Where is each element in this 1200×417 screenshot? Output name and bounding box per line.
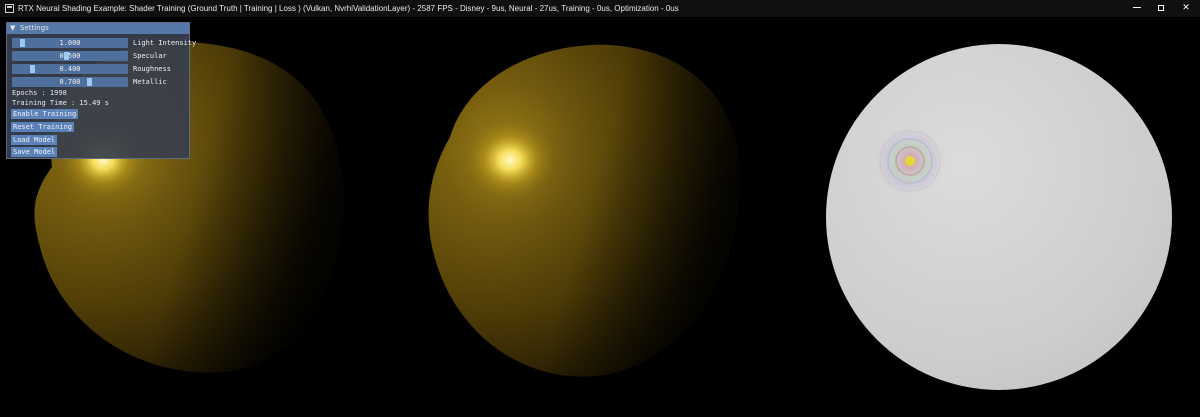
close-icon: ✕ xyxy=(1182,3,1190,13)
light-intensity-slider[interactable]: 1.000 xyxy=(12,38,128,48)
specular-slider-row: 0.500 Specular xyxy=(12,51,188,61)
slider-label: Metallic xyxy=(133,78,167,86)
collapse-arrow-icon[interactable]: ▼ xyxy=(10,23,15,34)
training-sphere xyxy=(428,44,740,377)
slider-value: 0.500 xyxy=(59,52,81,60)
epochs-text: Epochs : 1998 xyxy=(12,89,67,97)
roughness-slider[interactable]: 0.400 xyxy=(12,64,128,74)
slider-value: 0.400 xyxy=(59,65,81,73)
metallic-slider[interactable]: 0.700 xyxy=(12,77,128,87)
slider-label: Roughness xyxy=(133,65,171,73)
enable-training-button[interactable]: Enable Training xyxy=(11,109,79,119)
settings-header[interactable]: ▼ Settings xyxy=(7,23,189,34)
load-model-button[interactable]: Load Model xyxy=(11,135,58,145)
window-title: RTX Neural Shading Example: Shader Train… xyxy=(18,4,679,13)
save-model-button[interactable]: Save Model xyxy=(11,147,58,157)
metallic-slider-row: 0.700 Metallic xyxy=(12,77,188,87)
reset-training-button[interactable]: Reset Training xyxy=(11,122,75,132)
specular-slider[interactable]: 0.500 xyxy=(12,51,128,61)
loss-sphere xyxy=(826,44,1172,390)
slider-label: Specular xyxy=(133,52,167,60)
maximize-button[interactable] xyxy=(1147,0,1175,17)
light-intensity-slider-row: 1.000 Light Intensity xyxy=(12,38,196,48)
minimize-icon xyxy=(1133,7,1141,8)
slider-value: 1.000 xyxy=(59,39,81,47)
title-bar[interactable]: RTX Neural Shading Example: Shader Train… xyxy=(0,0,1200,17)
app-window-icon xyxy=(5,4,14,13)
settings-title: Settings xyxy=(20,24,49,32)
app-window: RTX Neural Shading Example: Shader Train… xyxy=(0,0,1200,417)
roughness-slider-row: 0.400 Roughness xyxy=(12,64,188,74)
settings-panel[interactable]: ▼ Settings 1.000 Light Intensity 0.500 S… xyxy=(6,22,196,159)
close-button[interactable]: ✕ xyxy=(1172,0,1200,17)
slider-label: Light Intensity xyxy=(133,39,197,47)
slider-value: 0.700 xyxy=(59,78,81,86)
training-time-text: Training Time : 15.49 s xyxy=(12,99,109,107)
maximize-icon xyxy=(1158,4,1164,11)
